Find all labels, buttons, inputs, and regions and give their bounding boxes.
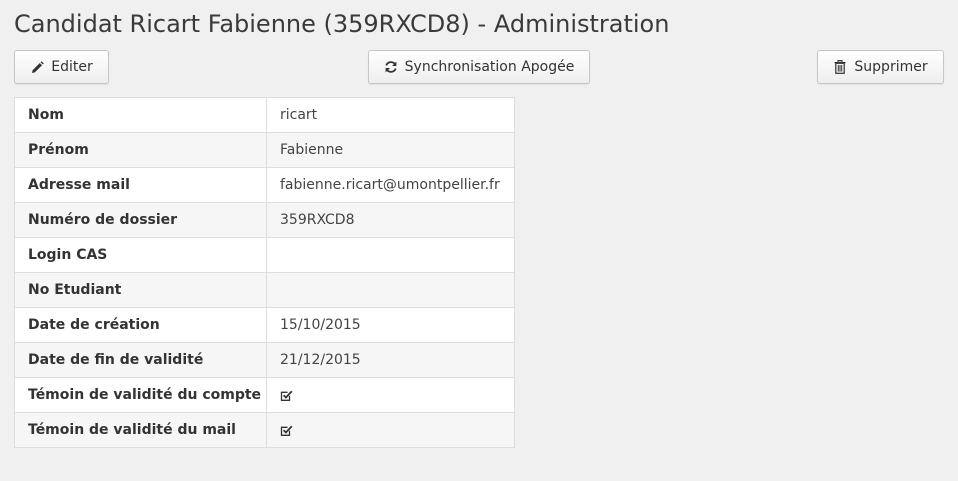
row-value-date-fin-validite: 21/12/2015 (266, 342, 515, 378)
delete-button[interactable]: Supprimer (817, 50, 944, 84)
table-row: Prénom Fabienne (14, 132, 515, 168)
edit-button[interactable]: Editer (14, 50, 109, 84)
row-value-login-cas (266, 237, 515, 273)
table-row: Nom ricart (14, 97, 515, 133)
table-row: Témoin de validité du compte (14, 377, 515, 413)
row-label-email: Adresse mail (14, 167, 267, 203)
row-value-temoin-compte (266, 377, 515, 413)
row-value-date-creation: 15/10/2015 (266, 307, 515, 343)
row-label-no-etudiant: No Etudiant (14, 272, 267, 308)
row-label-temoin-compte: Témoin de validité du compte (14, 377, 267, 413)
trash-icon (833, 60, 847, 74)
page: Candidat Ricart Fabienne (359RXCD8) - Ad… (0, 0, 958, 481)
sync-apogee-button-label: Synchronisation Apogée (404, 59, 575, 75)
table-row: Date de fin de validité 21/12/2015 (14, 342, 515, 378)
row-value-prenom: Fabienne (266, 132, 515, 168)
row-label-login-cas: Login CAS (14, 237, 267, 273)
row-label-nom: Nom (14, 97, 267, 133)
page-title: Candidat Ricart Fabienne (359RXCD8) - Ad… (14, 10, 670, 38)
table-row: Témoin de validité du mail (14, 412, 515, 448)
delete-button-label: Supprimer (854, 59, 928, 75)
row-value-no-etudiant (266, 272, 515, 308)
row-label-prenom: Prénom (14, 132, 267, 168)
checked-checkbox-icon (280, 424, 293, 437)
edit-button-label: Editer (51, 59, 93, 75)
row-value-email: fabienne.ricart@umontpellier.fr (266, 167, 515, 203)
refresh-icon (384, 60, 398, 74)
row-label-temoin-mail: Témoin de validité du mail (14, 412, 267, 448)
candidate-details-table: Nom ricart Prénom Fabienne Adresse mail … (14, 97, 515, 448)
row-value-dossier: 359RXCD8 (266, 202, 515, 238)
table-row: No Etudiant (14, 272, 515, 308)
row-label-dossier: Numéro de dossier (14, 202, 267, 238)
table-row: Adresse mail fabienne.ricart@umontpellie… (14, 167, 515, 203)
row-value-nom: ricart (266, 97, 515, 133)
row-label-date-fin-validite: Date de fin de validité (14, 342, 267, 378)
table-row: Numéro de dossier 359RXCD8 (14, 202, 515, 238)
table-row: Date de création 15/10/2015 (14, 307, 515, 343)
row-label-date-creation: Date de création (14, 307, 267, 343)
table-row: Login CAS (14, 237, 515, 273)
checked-checkbox-icon (280, 389, 293, 402)
sync-apogee-button[interactable]: Synchronisation Apogée (368, 50, 590, 84)
row-value-temoin-mail (266, 412, 515, 448)
pencil-icon (30, 60, 44, 74)
